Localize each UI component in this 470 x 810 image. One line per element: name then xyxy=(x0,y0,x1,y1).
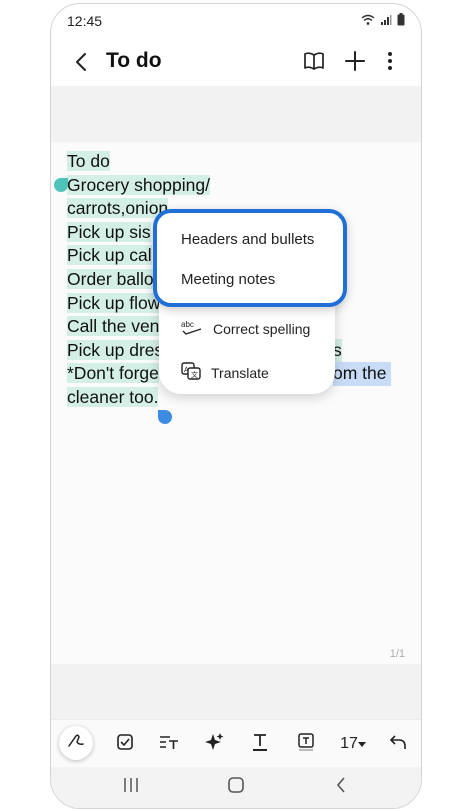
note-line: Pick up dres xyxy=(67,339,164,360)
note-line: Grocery shopping/ xyxy=(67,174,210,195)
home-button[interactable] xyxy=(221,775,251,799)
note-fragment: om the xyxy=(333,362,391,386)
back-arrow-icon xyxy=(335,776,347,798)
system-nav-bar xyxy=(51,767,421,808)
pen-icon xyxy=(66,732,86,755)
text-underline-icon xyxy=(251,732,269,757)
text-format-button[interactable] xyxy=(155,730,183,758)
ai-assist-button[interactable] xyxy=(201,730,229,758)
wifi-icon xyxy=(361,13,375,31)
editor-toolbar: 17 xyxy=(51,719,421,768)
checkbox-button[interactable] xyxy=(111,730,139,758)
note-line: cleaner too. xyxy=(67,386,159,407)
font-size-value: 17 xyxy=(340,735,358,752)
abc-spell-icon: abc xyxy=(181,319,203,338)
handwriting-button[interactable] xyxy=(59,726,93,760)
book-icon xyxy=(303,51,325,76)
format-options-highlight: Headers and bullets Meeting notes xyxy=(153,209,347,307)
footer-band xyxy=(51,664,421,719)
note-line: To do xyxy=(67,151,110,171)
note-line: Order ballo xyxy=(67,268,154,289)
more-options-button[interactable] xyxy=(377,50,403,76)
note-line: *Don't forge xyxy=(67,363,159,384)
nav-back-button[interactable] xyxy=(326,775,356,799)
correct-spelling-option[interactable]: abc Correct spelling xyxy=(181,319,310,338)
meeting-notes-option[interactable]: Meeting notes xyxy=(181,271,275,288)
caret-down-icon xyxy=(357,735,366,753)
text-box-icon xyxy=(297,732,315,757)
text-box-button[interactable] xyxy=(292,730,320,758)
recents-icon xyxy=(122,777,140,798)
note-line: Call the venu xyxy=(67,316,170,337)
font-size-selector[interactable]: 17 xyxy=(336,730,370,758)
app-bar: To do xyxy=(51,38,421,86)
recents-button[interactable] xyxy=(116,775,146,799)
headers-and-bullets-option[interactable]: Headers and bullets xyxy=(181,231,314,248)
text-style-icon xyxy=(158,733,180,756)
svg-text:A: A xyxy=(184,367,189,374)
back-button[interactable] xyxy=(69,48,93,76)
translate-icon: A文 xyxy=(181,362,201,383)
text-color-button[interactable] xyxy=(246,730,274,758)
battery-icon xyxy=(397,13,405,31)
svg-text:文: 文 xyxy=(191,370,198,379)
note-line: Pick up flow xyxy=(67,292,161,313)
sparkle-icon xyxy=(205,732,225,757)
phone-frame: 12:45 To do To do Grocery shopping/ carr… xyxy=(50,3,422,809)
page-title: To do xyxy=(106,49,162,72)
undo-icon xyxy=(388,733,408,756)
note-line: Pick up sis xyxy=(67,221,151,242)
menu-item-label: Translate xyxy=(211,364,269,381)
note-line: carrots,onion xyxy=(67,198,169,219)
status-icons xyxy=(361,13,405,31)
page-indicator: 1/1 xyxy=(389,648,405,660)
menu-item-label: Correct spelling xyxy=(213,320,311,337)
status-bar: 12:45 xyxy=(51,4,421,38)
home-icon xyxy=(227,776,245,799)
selection-start-handle[interactable] xyxy=(54,178,68,192)
undo-button[interactable] xyxy=(384,730,412,758)
svg-text:abc: abc xyxy=(181,320,194,329)
header-band xyxy=(51,86,421,142)
signal-icon xyxy=(380,13,392,31)
checkbox-icon xyxy=(116,733,134,756)
selection-end-handle[interactable] xyxy=(158,410,172,424)
translate-option[interactable]: A文 Translate xyxy=(181,362,269,383)
add-button[interactable] xyxy=(342,50,368,76)
note-line: Pick up cal xyxy=(67,245,152,266)
status-time: 12:45 xyxy=(67,13,103,29)
reading-mode-button[interactable] xyxy=(301,50,327,76)
more-vertical-icon xyxy=(387,51,393,76)
plus-icon xyxy=(345,50,365,76)
